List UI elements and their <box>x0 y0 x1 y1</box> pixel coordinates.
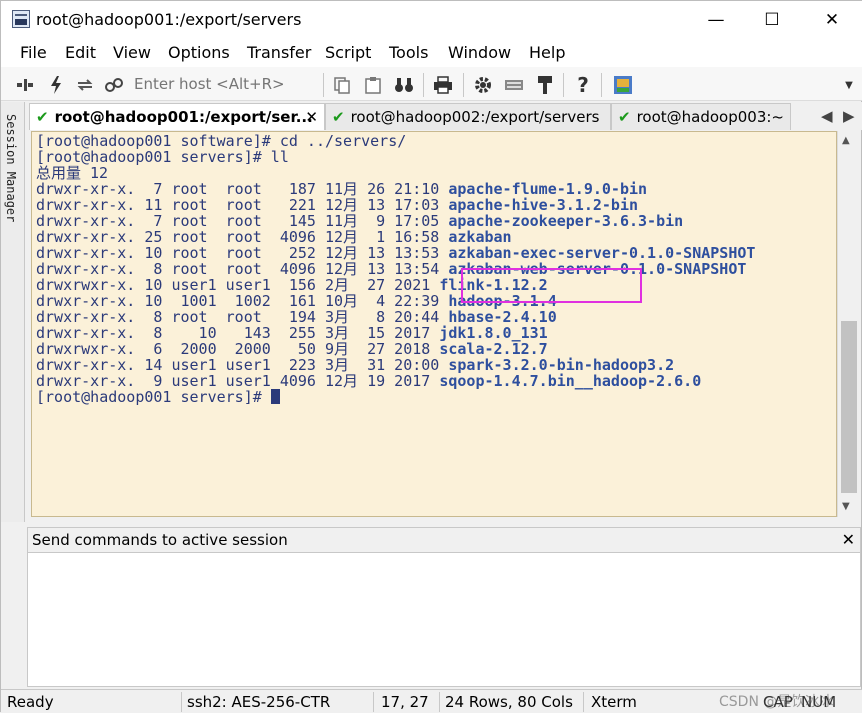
terminal-prompt-line: [root@hadoop001 servers]# <box>36 389 280 405</box>
listing-name: sqoop-1.4.7.bin__hadoop-2.6.0 <box>439 372 702 390</box>
session-manager-label: Session Manager <box>4 114 18 223</box>
tab-label: root@hadoop003:~ <box>636 108 784 126</box>
lightning-icon[interactable] <box>45 74 67 96</box>
title-bar: root@hadoop001:/export/servers — ☐ ✕ <box>1 1 862 39</box>
scroll-down-icon[interactable]: ▼ <box>842 501 850 512</box>
listing-row: drwxr-xr-x. 7 root root 187 11月 26 21:10… <box>36 181 647 197</box>
listing-row: drwxr-xr-x. 8 10 143 255 3月 15 2017 jdk1… <box>36 325 548 341</box>
toolbar: ? ▼ <box>1 67 862 101</box>
sftp-icon[interactable] <box>612 74 634 96</box>
link-icon[interactable] <box>103 74 125 96</box>
help-icon[interactable]: ? <box>572 73 594 97</box>
terminal-line: [root@hadoop001 software]# cd ../servers… <box>36 132 407 150</box>
toolbar-separator <box>323 73 324 97</box>
terminal-line: [root@hadoop001 servers]# ll <box>36 148 289 166</box>
status-size: 24 Rows, 80 Cols <box>445 693 573 711</box>
tab-prev-icon[interactable]: ◀ <box>821 107 833 125</box>
maximize-button[interactable]: ☐ <box>749 1 795 39</box>
copy-icon[interactable] <box>331 74 353 96</box>
status-caps: CAP <box>763 693 793 711</box>
reconnect-icon[interactable] <box>74 74 96 96</box>
listing-row: drwxr-xr-x. 7 root root 145 11月 9 17:05 … <box>36 213 683 229</box>
terminal-line: 总用量 12 <box>36 164 109 182</box>
paste-icon[interactable] <box>362 74 384 96</box>
menu-view[interactable]: View <box>113 43 151 62</box>
terminal-screen[interactable]: [root@hadoop001 software]# cd ../servers… <box>31 131 837 517</box>
toolbar-overflow-icon[interactable]: ▼ <box>841 74 857 96</box>
menu-help[interactable]: Help <box>529 43 565 62</box>
keymap-icon[interactable] <box>503 74 525 96</box>
toolbar-separator <box>563 73 564 97</box>
check-icon: ✔ <box>332 108 345 126</box>
terminal-scrollbar[interactable]: ▲ ▼ <box>837 131 859 517</box>
highlight-box <box>461 268 642 303</box>
send-commands-panel: Send commands to active session ✕ <box>27 527 861 687</box>
window-title: root@hadoop001:/export/servers <box>36 10 302 29</box>
app-icon <box>12 10 30 28</box>
menu-file[interactable]: File <box>20 43 47 62</box>
status-cursor-pos: 17, 27 <box>381 693 429 711</box>
scroll-up-icon[interactable]: ▲ <box>842 135 850 146</box>
session-manager-panel[interactable]: Session Manager <box>1 102 25 522</box>
status-separator <box>583 692 584 712</box>
gear-icon[interactable] <box>472 74 494 96</box>
menu-bar: File Edit View Options Transfer Script T… <box>1 39 862 67</box>
menu-edit[interactable]: Edit <box>65 43 96 62</box>
tab-hadoop001[interactable]: ✔ root@hadoop001:/export/ser... ✕ <box>29 103 325 130</box>
status-bar: Ready ssh2: AES-256-CTR 17, 27 24 Rows, … <box>1 689 862 713</box>
send-commands-close-icon[interactable]: ✕ <box>842 530 855 549</box>
tab-label: root@hadoop002:/export/servers <box>350 108 600 126</box>
listing-row: drwxr-xr-x. 9 user1 user1 4096 12月 19 20… <box>36 373 701 389</box>
menu-script[interactable]: Script <box>325 43 371 62</box>
status-num: NUM <box>801 693 837 711</box>
tab-hadoop003[interactable]: ✔ root@hadoop003:~ <box>611 103 791 130</box>
status-separator <box>181 692 182 712</box>
listing-row: drwxr-xr-x. 25 root root 4096 12月 1 16:5… <box>36 229 512 245</box>
status-separator <box>373 692 374 712</box>
host-input[interactable] <box>134 74 314 94</box>
terminal-cursor <box>270 389 280 404</box>
toolbar-separator <box>463 73 464 97</box>
tab-next-icon[interactable]: ▶ <box>843 107 855 125</box>
send-commands-header: Send commands to active session ✕ <box>28 528 860 553</box>
status-cipher: ssh2: AES-256-CTR <box>187 693 331 711</box>
status-term: Xterm <box>591 693 637 711</box>
listing-row: drwxr-xr-x. 8 root root 194 3月 8 20:44 h… <box>36 309 557 325</box>
check-icon: ✔ <box>36 108 49 126</box>
securecrt-window: root@hadoop001:/export/servers — ☐ ✕ Fil… <box>0 0 862 713</box>
check-icon: ✔ <box>618 108 631 126</box>
scroll-thumb[interactable] <box>841 321 857 493</box>
menu-transfer[interactable]: Transfer <box>247 43 311 62</box>
key-icon[interactable] <box>534 74 556 96</box>
tab-close-icon[interactable]: ✕ <box>305 108 318 126</box>
connect-icon[interactable] <box>14 74 36 96</box>
session-tabs: ✔ root@hadoop001:/export/ser... ✕ ✔ root… <box>27 102 862 130</box>
menu-options[interactable]: Options <box>168 43 230 62</box>
status-separator <box>439 692 440 712</box>
toolbar-separator <box>601 73 602 97</box>
prompt-text: [root@hadoop001 servers]# <box>36 388 271 406</box>
menu-tools[interactable]: Tools <box>389 43 428 62</box>
find-icon[interactable] <box>393 74 415 96</box>
print-icon[interactable] <box>432 74 454 96</box>
listing-row: drwxr-xr-x. 10 root root 252 12月 13 13:5… <box>36 245 755 261</box>
listing-row: drwxr-xr-x. 11 root root 221 12月 13 17:0… <box>36 197 638 213</box>
tab-hadoop002[interactable]: ✔ root@hadoop002:/export/servers <box>325 103 611 130</box>
status-ready: Ready <box>7 693 54 711</box>
close-button[interactable]: ✕ <box>809 1 855 39</box>
menu-window[interactable]: Window <box>448 43 511 62</box>
send-commands-input[interactable] <box>28 554 860 686</box>
listing-row: drwxrwxr-x. 6 2000 2000 50 9月 27 2018 sc… <box>36 341 548 357</box>
listing-row: drwxr-xr-x. 14 user1 user1 223 3月 31 20:… <box>36 357 674 373</box>
minimize-button[interactable]: — <box>693 1 739 39</box>
send-commands-title: Send commands to active session <box>32 531 288 549</box>
tab-label: root@hadoop001:/export/ser... <box>54 108 313 126</box>
toolbar-separator <box>423 73 424 97</box>
